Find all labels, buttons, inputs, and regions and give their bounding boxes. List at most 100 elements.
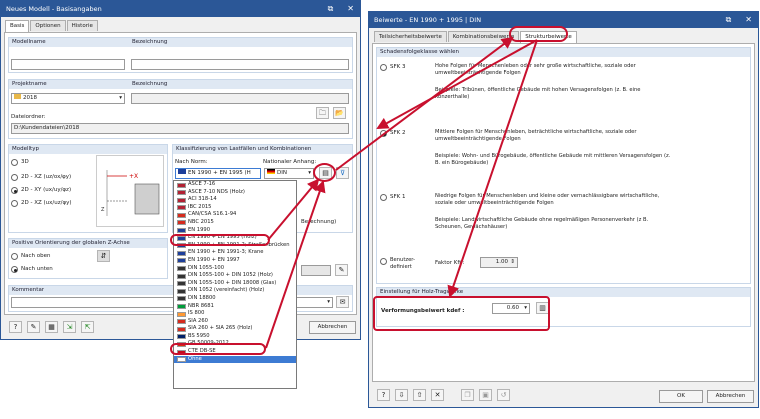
norm-list-item[interactable]: ASCE 7-10 NDS (Holz) — [174, 189, 296, 197]
close-icon[interactable]: ✕ — [745, 15, 752, 24]
bezeichnung-input[interactable] — [131, 59, 349, 70]
radio-nach-unten[interactable] — [11, 266, 18, 273]
norm-list-label: ASCE 7-10 NDS (Holz) — [188, 188, 245, 195]
restore-icon[interactable]: ⧉ — [328, 4, 334, 13]
radio-sfk2[interactable] — [380, 130, 387, 137]
sfk1-text: Niedrige Folgen für Menschenleben und kl… — [435, 193, 660, 206]
paste-icon[interactable]: ▣ — [479, 389, 492, 401]
klassifizierung-header: Klassifizierung von Lastfällen und Kombi… — [173, 145, 352, 154]
radio-2d-xz-uz[interactable] — [11, 174, 18, 181]
dateiordner-label: Dateiordner: — [11, 114, 46, 120]
chevron-down-icon: ▾ — [327, 299, 330, 305]
norm-value: EN 1990 + EN 1995 (H — [188, 170, 251, 176]
close-icon[interactable]: ✕ — [347, 4, 354, 13]
edit-note-icon[interactable]: ✎ — [27, 321, 40, 333]
right-dialog-title: Beiwerte - EN 1990 + 1995 | DIN — [374, 16, 482, 24]
export-icon[interactable]: ⇱ — [81, 321, 94, 333]
projekt-bezeichnung-label: Bezeichnung — [132, 81, 168, 87]
tab-optionen[interactable]: Optionen — [30, 20, 66, 31]
delete-icon[interactable]: ✕ — [431, 389, 444, 401]
norm-list-item[interactable]: DIN 1055-100 + DIN 1052 (Holz) — [174, 272, 296, 280]
radio-2d-xy[interactable] — [11, 187, 18, 194]
restore-icon[interactable]: ⧉ — [726, 15, 732, 24]
norm-list-item[interactable]: EN 1990 + EN 1991-3; Krane — [174, 249, 296, 257]
modelname-input[interactable] — [11, 59, 125, 70]
projekt-bezeichnung-input[interactable] — [131, 93, 349, 104]
benutzer-label: Benutzer-definiert — [390, 257, 415, 270]
tab-teilsicherheitsbeiwerte[interactable]: Teilsicherheitsbeiwerte — [374, 31, 447, 42]
norm-list-item[interactable]: ASCE 7-16 — [174, 181, 296, 189]
anhang-select[interactable]: DIN ▾ — [264, 168, 314, 179]
faktor-input[interactable]: 1.00 ⇕ — [480, 257, 518, 268]
bezeichnung-label: Bezeichnung — [132, 39, 168, 45]
sfk3-label: SFK 3 — [390, 64, 406, 70]
right-cancel-button[interactable]: Abbrechen — [707, 390, 754, 403]
flag-icon — [177, 273, 186, 279]
spinner-icon: ⇕ — [510, 259, 515, 265]
tab-basis[interactable]: Basis — [5, 20, 30, 32]
svg-text:Z: Z — [101, 207, 105, 213]
norm-list-item[interactable]: BS 5950 — [174, 333, 296, 341]
kommentar-partial-field — [301, 265, 331, 276]
norm-list-label: IS 800 — [188, 310, 205, 317]
dateiordner-input[interactable]: D:\Kundendateien\2018 — [11, 123, 349, 134]
reset-icon[interactable]: ↺ — [497, 389, 510, 401]
comment-icon[interactable]: ✉ — [336, 296, 349, 308]
new-folder-icon[interactable]: 🗀 — [316, 107, 329, 119]
save-icon[interactable]: ⇧ — [413, 389, 426, 401]
projektname-label: Projektname — [12, 81, 47, 87]
berechnung-partial: Berechnung) — [301, 219, 337, 225]
norm-list-item[interactable]: ACI 318-14 — [174, 196, 296, 204]
help-icon[interactable]: ? — [377, 389, 390, 401]
radio-sfk1[interactable] — [380, 194, 387, 201]
norm-list-item[interactable]: DIN 1052 (vereinfacht) (Holz) — [174, 287, 296, 295]
flag-icon — [177, 220, 186, 226]
norm-list-item[interactable]: NBR 8681 — [174, 303, 296, 311]
norm-list-item[interactable]: CAN/CSA S16.1-94 — [174, 211, 296, 219]
chevron-down-icon: ▾ — [308, 170, 311, 176]
load-icon[interactable]: ⇩ — [395, 389, 408, 401]
copy-icon[interactable]: ❐ — [461, 389, 474, 401]
import-icon[interactable]: ⇲ — [63, 321, 76, 333]
schadens-header: Schadensfolgeklasse wählen — [377, 48, 750, 57]
coefficients-dialog: Beiwerte - EN 1990 + 1995 | DIN ⧉ ✕ Teils… — [368, 11, 759, 408]
radio-3d[interactable] — [11, 159, 18, 166]
norm-list-item[interactable]: IBC 2015 — [174, 204, 296, 212]
norm-list-item[interactable]: DIN 18800 — [174, 295, 296, 303]
flag-icon — [177, 304, 186, 309]
norm-list-item[interactable]: SIA 260 + SIA 265 (Holz) — [174, 325, 296, 333]
dateiordner-value: D:\Kundendateien\2018 — [14, 125, 80, 131]
radio-benutzer[interactable] — [380, 258, 387, 265]
norm-list-item[interactable]: DIN 1055-100 — [174, 265, 296, 273]
edit-icon[interactable]: ✎ — [335, 264, 348, 276]
ok-button[interactable]: OK — [659, 390, 703, 403]
anhang-value: DIN — [277, 170, 287, 176]
norm-list-label: DIN 18800 — [188, 294, 216, 301]
tab-historie[interactable]: Historie — [66, 20, 98, 31]
filter-icon[interactable]: ⊽ — [336, 167, 349, 179]
norm-dropdown-list[interactable]: ASCE 7-16 ASCE 7-10 NDS (Holz) ACI 318-14 I… — [173, 180, 297, 389]
browse-folder-icon[interactable]: 📂 — [333, 107, 346, 119]
norm-list-item[interactable]: Ohne — [174, 355, 296, 364]
units-icon[interactable]: ▦ — [45, 321, 58, 333]
flag-icon — [177, 311, 186, 317]
radio-nach-oben[interactable] — [11, 253, 18, 260]
projekt-select[interactable]: 2018 ▾ — [11, 93, 125, 104]
norm-select[interactable]: EN 1990 + EN 1995 (H — [175, 168, 261, 179]
help-icon[interactable]: ? — [9, 321, 22, 333]
norm-list-label: ACI 318-14 — [188, 196, 217, 203]
norm-list-item[interactable]: IS 800 — [174, 310, 296, 318]
flag-icon — [177, 288, 186, 294]
folder-icon — [14, 94, 21, 99]
norm-list-label: SIA 260 — [188, 317, 208, 324]
radio-sfk3[interactable] — [380, 64, 387, 71]
norm-list-item[interactable]: NBC 2015 — [174, 219, 296, 227]
highlight-norm-sia265 — [170, 343, 266, 355]
norm-list-item[interactable]: DIN 1055-100 + DIN 18008 (Glas) — [174, 280, 296, 288]
radio-2d-xz-ux[interactable] — [11, 200, 18, 207]
flag-icon — [177, 212, 186, 218]
left-cancel-button[interactable]: Abbrechen — [309, 321, 356, 334]
norm-list-item[interactable]: SIA 260 — [174, 318, 296, 326]
flag-icon — [177, 182, 186, 188]
norm-list-item[interactable]: EN 1990 + EN 1997 — [174, 257, 296, 265]
